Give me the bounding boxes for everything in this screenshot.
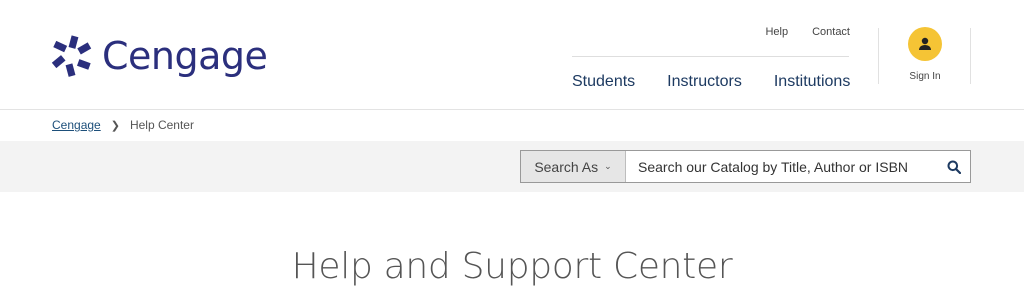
breadcrumb-current: Help Center <box>129 118 194 132</box>
nav-divider <box>572 56 849 57</box>
chevron-down-icon: ⌄ <box>604 161 612 171</box>
help-link[interactable]: Help <box>765 26 788 38</box>
contact-link[interactable]: Contact <box>812 26 850 38</box>
sign-in-label: Sign In <box>909 71 941 82</box>
breadcrumb-home-link[interactable]: Cengage <box>52 118 101 132</box>
cengage-logo[interactable]: Cengage <box>50 33 268 79</box>
search-box: Search As ⌄ <box>520 150 971 183</box>
cengage-logo-icon <box>51 35 92 77</box>
sign-in-button[interactable]: Sign In <box>905 27 945 82</box>
search-button[interactable] <box>938 151 970 182</box>
utility-nav: Help Contact <box>765 26 850 38</box>
site-header: Cengage Help Contact Students Instructor… <box>0 0 1024 110</box>
search-as-label: Search As <box>534 158 599 175</box>
nav-students[interactable]: Students <box>572 73 635 91</box>
header-divider-left <box>878 28 879 84</box>
breadcrumb: Cengage ❯ Help Center <box>52 118 194 132</box>
page-title: Help and Support Center <box>291 246 733 287</box>
brand-name: Cengage <box>102 34 268 78</box>
header-divider-right <box>970 28 971 84</box>
chevron-right-icon: ❯ <box>110 119 120 132</box>
search-icon <box>947 160 961 174</box>
search-input[interactable] <box>626 151 938 182</box>
nav-instructors[interactable]: Instructors <box>667 73 742 91</box>
nav-institutions[interactable]: Institutions <box>774 73 850 91</box>
user-icon <box>908 27 942 61</box>
search-as-dropdown[interactable]: Search As ⌄ <box>521 151 626 182</box>
search-bar-section: Search As ⌄ <box>0 141 1024 192</box>
main-nav: Students Instructors Institutions <box>572 73 850 91</box>
